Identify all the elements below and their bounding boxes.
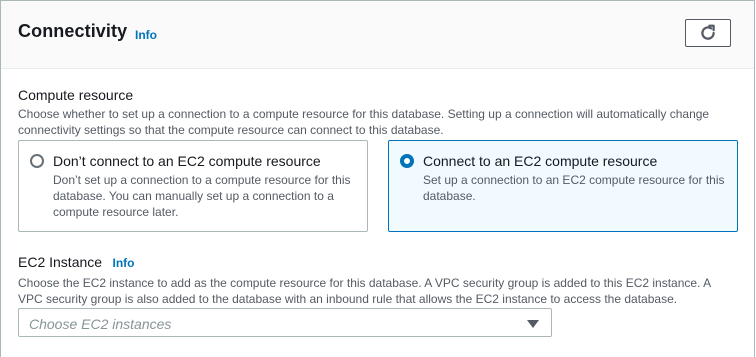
compute-resource-label: Compute resource — [18, 87, 134, 103]
panel-title: Connectivity — [18, 21, 128, 41]
option-title: Don’t connect to an EC2 compute resource — [53, 153, 321, 169]
panel-header: Connectivity Info — [1, 1, 754, 69]
compute-resource-description: Choose whether to set up a connection to… — [18, 107, 710, 137]
radio-dont-connect[interactable] — [30, 154, 44, 168]
connectivity-panel: Connectivity Info Compute resource Choos… — [0, 0, 755, 357]
ec2-info-link[interactable]: Info — [113, 256, 135, 270]
refresh-icon — [701, 24, 715, 40]
ec2-instance-description: Choose the EC2 instance to add as the co… — [18, 276, 711, 306]
caret-down-icon — [527, 320, 539, 328]
option-description: Don’t set up a connection to a compute r… — [53, 173, 351, 219]
ec2-instance-label: EC2 Instance — [18, 254, 103, 270]
refresh-button[interactable] — [685, 19, 731, 47]
option-description: Set up a connection to an EC2 compute re… — [423, 173, 725, 203]
option-dont-connect[interactable]: Don’t connect to an EC2 compute resource… — [18, 140, 368, 232]
connectivity-info-link[interactable]: Info — [135, 28, 157, 42]
radio-connect-ec2[interactable] — [400, 154, 414, 168]
option-connect-ec2[interactable]: Connect to an EC2 compute resource Set u… — [388, 140, 738, 232]
option-title: Connect to an EC2 compute resource — [423, 153, 658, 169]
compute-resource-section: Compute resource Choose whether to set u… — [18, 87, 738, 138]
ec2-instance-select[interactable]: Choose EC2 instances — [18, 308, 552, 337]
ec2-instance-section: EC2 Instance Info Choose the EC2 instanc… — [18, 254, 738, 307]
compute-resource-tiles: Don’t connect to an EC2 compute resource… — [18, 140, 738, 232]
ec2-select-placeholder: Choose EC2 instances — [29, 316, 172, 332]
